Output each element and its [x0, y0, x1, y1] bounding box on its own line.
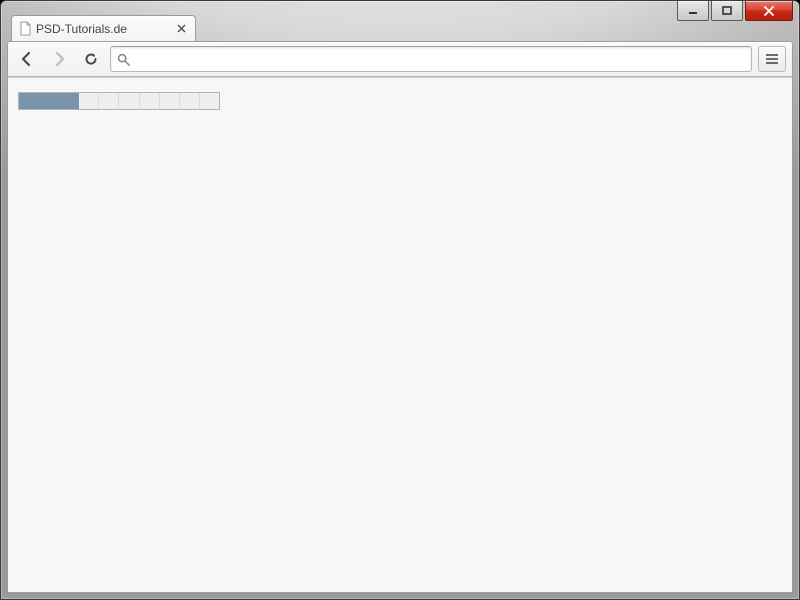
menu-button[interactable] — [758, 46, 786, 72]
close-icon — [177, 24, 186, 33]
meter-cell — [79, 93, 99, 109]
address-bar[interactable] — [110, 46, 752, 72]
reload-button[interactable] — [78, 46, 104, 72]
meter-fill — [19, 93, 79, 109]
meter-cell — [119, 93, 139, 109]
tab-strip: PSD-Tutorials.de — [11, 15, 196, 41]
close-tab-button[interactable] — [175, 23, 187, 35]
meter-cell — [180, 93, 200, 109]
meter-cell — [160, 93, 180, 109]
arrow-right-icon — [51, 51, 67, 67]
page-body — [8, 78, 792, 592]
back-button[interactable] — [14, 46, 40, 72]
arrow-left-icon — [19, 51, 35, 67]
search-icon — [117, 53, 130, 66]
progress-meter — [18, 92, 220, 110]
minimize-button[interactable] — [677, 1, 709, 21]
browser-toolbar — [7, 41, 793, 77]
file-icon — [18, 22, 32, 36]
meter-cell — [200, 93, 219, 109]
reload-icon — [83, 51, 99, 67]
maximize-button[interactable] — [711, 1, 743, 21]
hamburger-icon — [765, 53, 779, 65]
browser-tab[interactable]: PSD-Tutorials.de — [11, 15, 196, 41]
window-controls — [675, 1, 793, 21]
maximize-icon — [722, 6, 732, 16]
close-window-button[interactable] — [745, 1, 793, 21]
browser-window: PSD-Tutorials.de — [0, 0, 800, 600]
minimize-icon — [688, 6, 698, 16]
meter-cell — [140, 93, 160, 109]
viewport — [7, 77, 793, 593]
tab-title: PSD-Tutorials.de — [36, 22, 127, 36]
address-input[interactable] — [136, 52, 745, 67]
meter-cell — [99, 93, 119, 109]
close-icon — [763, 6, 775, 16]
forward-button[interactable] — [46, 46, 72, 72]
